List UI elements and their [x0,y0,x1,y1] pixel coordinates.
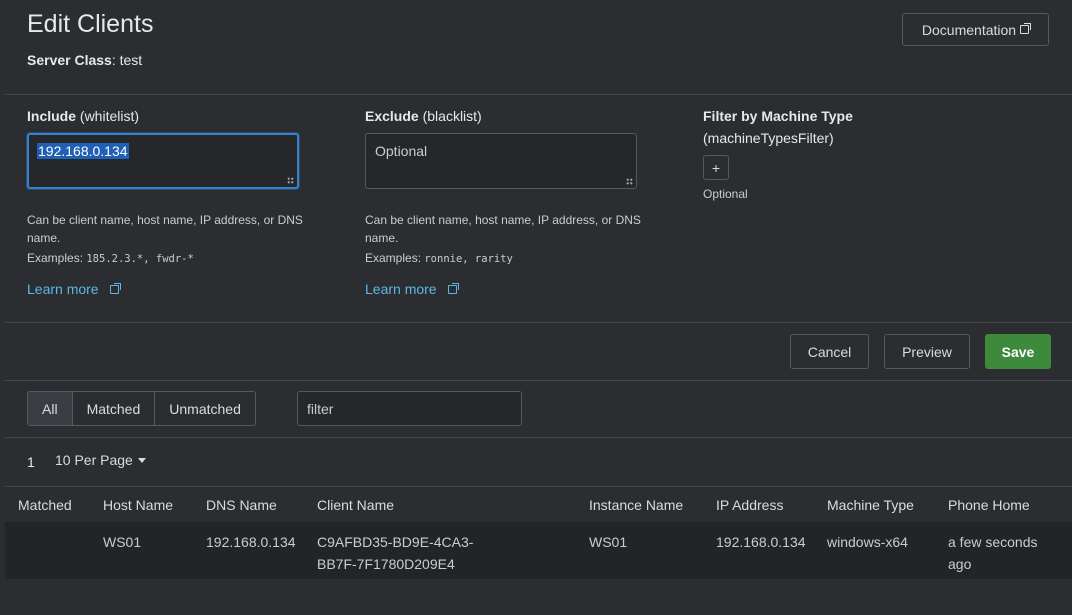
column-header-client-name[interactable]: Client Name [317,497,394,513]
per-page-dropdown[interactable]: 10 Per Page [55,452,146,468]
resize-grip-icon[interactable] [626,178,633,185]
include-help: Can be client name, host name, IP addres… [27,211,317,268]
cell-client-name-line2: BB7F-7F1780D209E4 [317,556,455,572]
column-header-host-name[interactable]: Host Name [103,497,173,513]
include-learn-more-link[interactable]: Learn more [27,281,122,297]
exclude-learn-more-label: Learn more [365,281,437,297]
match-filter-tabs: All Matched Unmatched [27,391,256,426]
filter-input[interactable] [297,391,522,426]
include-textarea[interactable]: 192.168.0.134 [27,133,299,189]
cell-phone-home-line1: a few seconds [948,534,1038,550]
add-machine-type-button[interactable]: + [703,155,729,180]
exclude-textarea[interactable]: Optional [365,133,637,189]
divider [5,437,1072,438]
include-help-text: Can be client name, host name, IP addres… [27,213,303,245]
divider [5,486,1072,487]
server-class-value: : test [111,52,143,68]
exclude-examples-label: Examples: [365,251,425,265]
documentation-label: Documentation [921,21,1017,38]
exclude-help: Can be client name, host name, IP addres… [365,211,655,268]
divider [5,380,1072,381]
machine-type-optional: Optional [703,187,748,201]
tab-unmatched[interactable]: Unmatched [155,392,255,425]
include-label: Include (whitelist) [27,108,139,124]
cell-host-name: WS01 [103,534,142,550]
page-number[interactable]: 1 [27,454,35,470]
caret-down-icon [137,458,146,463]
divider [5,322,1072,323]
external-link-icon [1020,23,1032,34]
table-header: Matched Host Name DNS Name Client Name I… [5,486,1072,522]
edit-clients-page: Edit Clients Server Class: test Document… [5,0,1072,615]
server-class-label: Server Class [27,52,112,68]
cell-client-name-line1: C9AFBD35-BD9E-4CA3- [317,534,474,550]
cell-phone-home-line2: ago [948,556,972,572]
machine-type-label: Filter by Machine Type [703,108,853,124]
include-label-rest: (whitelist) [76,108,140,124]
column-header-instance-name[interactable]: Instance Name [589,497,683,513]
include-learn-more-label: Learn more [27,281,99,297]
tab-all[interactable]: All [28,392,73,425]
preview-button[interactable]: Preview [884,334,970,369]
exclude-label-rest: (blacklist) [418,108,482,124]
cell-ip-address: 192.168.0.134 [716,534,806,550]
exclude-examples: Examples: ronnie, rarity [365,249,655,268]
exclude-learn-more-link[interactable]: Learn more [365,281,460,297]
exclude-examples-value: ronnie, rarity [424,253,513,265]
exclude-label-bold: Exclude [365,108,419,124]
include-value: 192.168.0.134 [37,143,129,159]
cell-phone-home: a few seconds ago [948,531,1038,575]
column-header-dns-name[interactable]: DNS Name [206,497,277,513]
cell-instance-name: WS01 [589,534,628,550]
per-page-label: 10 Per Page [55,452,133,468]
external-link-icon [110,283,122,294]
exclude-label: Exclude (blacklist) [365,108,482,124]
cell-dns-name: 192.168.0.134 [206,534,296,550]
column-header-phone-home[interactable]: Phone Home [948,497,1030,513]
cell-client-name: C9AFBD35-BD9E-4CA3- BB7F-7F1780D209E4 [317,531,473,575]
page-title: Edit Clients [27,10,154,38]
table-row[interactable]: WS01 192.168.0.134 C9AFBD35-BD9E-4CA3- B… [5,522,1072,579]
tab-matched[interactable]: Matched [73,392,156,425]
exclude-help-text: Can be client name, host name, IP addres… [365,213,641,245]
divider [5,94,1072,95]
exclude-placeholder: Optional [375,143,428,159]
column-header-machine-type[interactable]: Machine Type [827,497,914,513]
documentation-button[interactable]: Documentation [902,13,1049,46]
column-header-matched[interactable]: Matched [18,497,72,513]
save-button[interactable]: Save [985,334,1051,369]
resize-grip-icon[interactable] [287,177,294,184]
include-label-bold: Include [27,108,77,124]
include-examples-value: 185.2.3.*, fwdr-* [86,253,194,265]
include-examples-label: Examples: [27,251,87,265]
column-header-ip-address[interactable]: IP Address [716,497,783,513]
machine-type-sublabel: (machineTypesFilter) [703,130,834,146]
cell-machine-type: windows-x64 [827,534,908,550]
server-class: Server Class: test [27,52,142,68]
include-examples: Examples: 185.2.3.*, fwdr-* [27,249,317,268]
cancel-button[interactable]: Cancel [790,334,869,369]
external-link-icon [448,283,460,294]
